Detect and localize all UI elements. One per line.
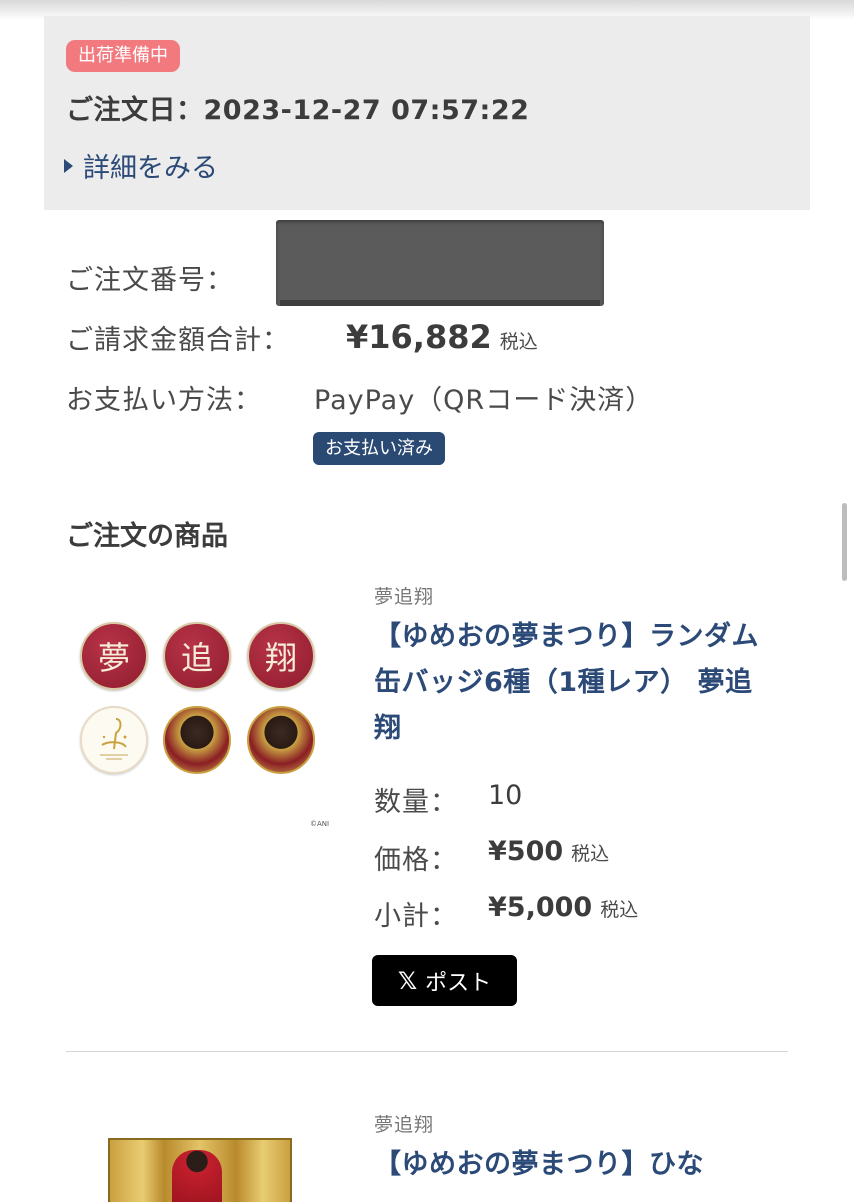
quantity-value: 10 bbox=[488, 780, 523, 811]
bird-illustration-icon bbox=[100, 718, 128, 760]
subtotal-tax-note: 税込 bbox=[600, 899, 639, 921]
triangle-right-icon bbox=[64, 158, 73, 173]
total-value: ¥16,882 bbox=[346, 318, 492, 356]
portrait-badge bbox=[163, 706, 231, 774]
total-tax-note: 税込 bbox=[499, 331, 538, 353]
price-value: ¥500 税込 bbox=[488, 836, 609, 867]
payment-method-label: お支払い方法： bbox=[66, 385, 262, 416]
details-link-label: 詳細をみる bbox=[83, 153, 218, 184]
price-amount: ¥500 bbox=[488, 836, 564, 867]
x-logo-icon: 𝕏 bbox=[397, 966, 418, 995]
subtotal-amount: ¥5,000 bbox=[488, 892, 593, 923]
product-brand: 夢追翔 bbox=[374, 1114, 435, 1136]
total-label: ご請求金額合計： bbox=[66, 325, 290, 356]
product-image-hina[interactable] bbox=[108, 1138, 292, 1202]
kanji-badge: 夢 bbox=[80, 622, 148, 690]
product-title-link[interactable]: 【ゆめおの夢まつり】ランダム缶バッジ6種（1種レア） 夢追翔 bbox=[374, 614, 774, 752]
kanji-badge: 翔 bbox=[247, 622, 315, 690]
price-label: 価格： bbox=[374, 845, 458, 876]
kanji-badge: 追 bbox=[163, 622, 231, 690]
total-amount: ¥16,882 税込 bbox=[346, 318, 538, 356]
product-divider bbox=[66, 1051, 788, 1052]
status-badge: 出荷準備中 bbox=[66, 40, 180, 72]
illustration-badge bbox=[80, 706, 148, 774]
product-title-link[interactable]: 【ゆめおの夢まつり】ひな bbox=[374, 1142, 774, 1188]
scrollbar-thumb[interactable] bbox=[842, 503, 847, 581]
subtotal-label: 小計： bbox=[374, 901, 458, 932]
order-date-label: ご注文日： bbox=[66, 95, 204, 126]
order-date: ご注文日：2023-12-27 07:57:22 bbox=[66, 88, 529, 127]
price-tax-note: 税込 bbox=[571, 843, 610, 865]
redacted-order-number bbox=[276, 220, 604, 306]
product-brand: 夢追翔 bbox=[374, 586, 435, 608]
copyright-notice: ©ANI bbox=[310, 820, 330, 828]
x-post-button[interactable]: 𝕏 ポスト bbox=[372, 955, 517, 1006]
product-image[interactable]: 夢 追 翔 ©ANI bbox=[66, 612, 334, 832]
order-number-label: ご注文番号： bbox=[66, 265, 234, 296]
subtotal-value: ¥5,000 税込 bbox=[488, 892, 638, 923]
details-link[interactable]: 詳細をみる bbox=[64, 146, 218, 185]
portrait-badge bbox=[247, 706, 315, 774]
post-button-label: ポスト bbox=[425, 970, 492, 996]
hina-figure bbox=[172, 1150, 222, 1202]
paid-badge: お支払い済み bbox=[313, 432, 445, 465]
ordered-items-heading: ご注文の商品 bbox=[66, 521, 228, 552]
order-date-value: 2023-12-27 07:57:22 bbox=[203, 95, 530, 126]
order-status-panel: 出荷準備中 ご注文日：2023-12-27 07:57:22 詳細をみる bbox=[44, 16, 810, 210]
quantity-label: 数量： bbox=[374, 787, 458, 818]
payment-method-value: PayPay（QRコード決済） bbox=[314, 385, 654, 416]
